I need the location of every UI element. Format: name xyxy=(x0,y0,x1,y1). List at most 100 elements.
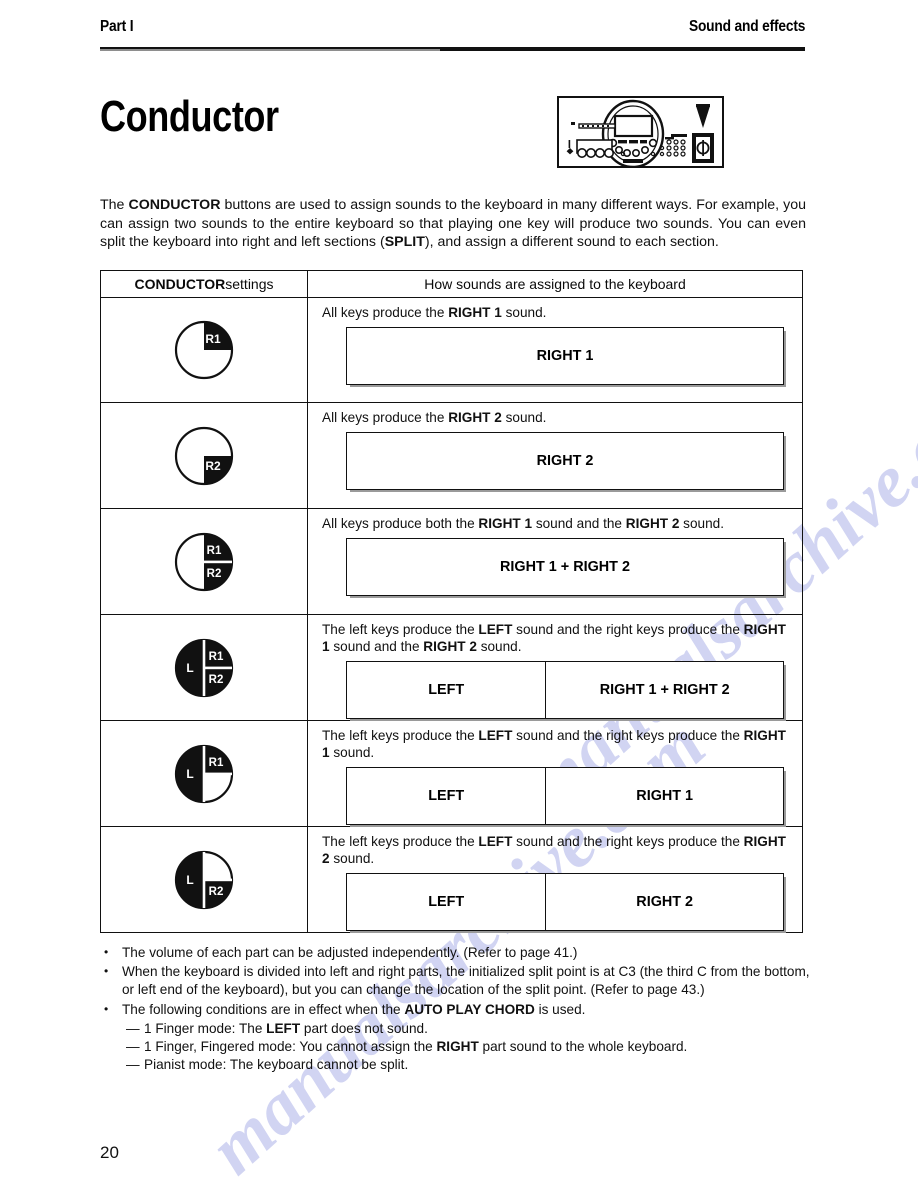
assignment-cell: All keys produce the RIGHT 1 sound. RIGH… xyxy=(308,298,802,402)
desc-c: sound and the right keys produce the xyxy=(512,834,744,849)
desc-e: sound. xyxy=(679,516,724,531)
settings-icon-cell: R2 xyxy=(101,403,308,508)
desc-bold-left: LEFT xyxy=(478,622,513,637)
keyboard-assignment-diagram: LEFT RIGHT 2 xyxy=(346,873,784,931)
assignment-description: The left keys produce the LEFT sound and… xyxy=(322,727,792,761)
keyboard-segment-left: LEFT xyxy=(347,874,547,930)
notes-list: • The volume of each part can be adjuste… xyxy=(100,944,810,1074)
sub-note-text-a: 1 Finger, Fingered mode: You cannot assi… xyxy=(144,1039,437,1055)
sub-note-text-c: part does not sound. xyxy=(300,1020,428,1036)
assignment-cell: The left keys produce the LEFT sound and… xyxy=(308,721,802,826)
keyboard-segment: RIGHT 1 xyxy=(536,348,594,364)
svg-text:R1: R1 xyxy=(209,651,224,663)
keyboard-segment-left: LEFT xyxy=(347,662,547,718)
note-text-a: The following conditions are in effect w… xyxy=(122,1001,405,1017)
assignment-description: All keys produce the RIGHT 1 sound. xyxy=(322,304,792,321)
conductor-dial-right2-icon: R2 xyxy=(101,403,307,508)
desc-bold-r2: RIGHT 2 xyxy=(423,639,477,654)
keyboard-assignment-diagram: LEFT RIGHT 1 xyxy=(346,767,784,825)
svg-text:R1: R1 xyxy=(207,545,222,557)
assignment-cell: The left keys produce the LEFT sound and… xyxy=(308,827,802,932)
desc-bold-1: RIGHT 1 xyxy=(478,516,533,531)
intro-text-d: ), and assign a different sound to each … xyxy=(424,234,719,250)
svg-text:R2: R2 xyxy=(209,886,224,898)
desc-e: sound. xyxy=(329,745,375,760)
svg-text:R2: R2 xyxy=(205,459,221,473)
table-header-settings-rest: settings xyxy=(225,276,274,292)
bullet-icon: • xyxy=(104,945,109,959)
table-header-cell-settings: CONDUCTOR settings xyxy=(101,271,308,297)
desc-c: sound. xyxy=(501,305,547,320)
conductor-settings-table: CONDUCTOR settings How sounds are assign… xyxy=(100,270,803,933)
note-text: The volume of each part can be adjusted … xyxy=(122,945,578,960)
note-text-c: is used. xyxy=(534,1001,586,1017)
desc-e: sound. xyxy=(329,851,375,866)
sub-note-term-left: LEFT xyxy=(266,1020,301,1036)
desc-bold: RIGHT 1 xyxy=(448,305,502,320)
table-row: L R2 The left keys produce the LEFT soun… xyxy=(101,827,802,932)
keyboard-segment-right: RIGHT 1 + RIGHT 2 xyxy=(599,682,730,698)
assignment-description: The left keys produce the LEFT sound and… xyxy=(322,833,792,867)
note-text: When the keyboard is divided into left a… xyxy=(122,964,810,998)
svg-text:R2: R2 xyxy=(209,674,224,686)
svg-text:L: L xyxy=(186,767,193,781)
settings-icon-cell: L R2 xyxy=(101,827,308,932)
note-item: • The volume of each part can be adjuste… xyxy=(100,944,810,962)
settings-icon-cell: L R1 R2 xyxy=(101,615,308,720)
desc-a: All keys produce the xyxy=(322,410,449,425)
conductor-dial-left-right1-right2-icon: L R1 R2 xyxy=(101,615,307,720)
intro-paragraph: The CONDUCTOR buttons are used to assign… xyxy=(100,196,806,251)
keyboard-assignment-diagram: RIGHT 1 xyxy=(346,327,784,385)
sub-note-term-right: RIGHT xyxy=(436,1039,479,1055)
desc-c: sound and the right keys produce the xyxy=(512,728,744,743)
table-row: L R1 R2 The left keys produce the LEFT s… xyxy=(101,615,802,721)
intro-term-split: SPLIT xyxy=(384,234,425,250)
note-item: • When the keyboard is divided into left… xyxy=(100,963,810,999)
desc-c: sound and the right keys produce the xyxy=(512,622,744,637)
assignment-description: All keys produce both the RIGHT 1 sound … xyxy=(322,515,792,532)
desc-a: The left keys produce the xyxy=(322,834,479,849)
conductor-dial-left-right1-icon: L R1 xyxy=(101,721,307,826)
assignment-cell: All keys produce both the RIGHT 1 sound … xyxy=(308,509,802,614)
table-row: L R1 The left keys produce the LEFT soun… xyxy=(101,721,802,827)
conductor-dial-right1-right2-icon: R1 R2 xyxy=(101,509,307,614)
sub-note-text: Pianist mode: The keyboard cannot be spl… xyxy=(144,1057,409,1073)
desc-c: sound and the xyxy=(532,516,626,531)
settings-icon-cell: R1 xyxy=(101,298,308,402)
table-header-row: CONDUCTOR settings How sounds are assign… xyxy=(101,271,802,298)
bullet-icon: • xyxy=(104,1001,109,1016)
em-dash-icon: — xyxy=(126,1039,140,1055)
intro-text-a: The xyxy=(100,197,129,214)
desc-bold-left: LEFT xyxy=(478,834,513,849)
conductor-dial-right1-icon: R1 xyxy=(101,298,307,402)
svg-text:L: L xyxy=(186,661,193,675)
page-number: 20 xyxy=(100,1143,119,1162)
keyboard-assignment-diagram: RIGHT 2 xyxy=(346,432,784,490)
sub-note-text-c: part sound to the whole keyboard. xyxy=(478,1039,688,1055)
svg-text:R2: R2 xyxy=(207,568,222,580)
keyboard-segment-right: RIGHT 1 xyxy=(636,788,694,804)
sub-note-item: — 1 Finger mode: The LEFT part does not … xyxy=(100,1020,810,1038)
desc-a: The left keys produce the xyxy=(322,728,479,743)
sub-note-item: — Pianist mode: The keyboard cannot be s… xyxy=(100,1056,810,1074)
table-header-conductor-bold: CONDUCTOR xyxy=(134,276,226,292)
sub-note-text-a: 1 Finger mode: The xyxy=(144,1020,267,1036)
svg-text:R1: R1 xyxy=(209,757,224,769)
desc-e: sound and the xyxy=(329,639,424,654)
header-rule xyxy=(100,47,805,51)
bullet-icon: • xyxy=(104,964,109,979)
em-dash-icon: — xyxy=(126,1020,140,1036)
desc-a: All keys produce the xyxy=(322,305,449,320)
conductor-dial-left-right2-icon: L R2 xyxy=(101,827,307,932)
desc-bold: RIGHT 2 xyxy=(448,410,502,425)
page-title: Conductor xyxy=(100,92,279,141)
running-head-part: Part I xyxy=(100,18,134,35)
running-head: Part I Sound and effects xyxy=(100,18,805,48)
table-row: R2 All keys produce the RIGHT 2 sound. R… xyxy=(101,403,802,509)
desc-g: sound. xyxy=(476,639,522,654)
running-head-section: Sound and effects xyxy=(688,18,806,35)
assignment-description: The left keys produce the LEFT sound and… xyxy=(322,621,792,655)
settings-icon-cell: L R1 xyxy=(101,721,308,826)
table-row: R1 All keys produce the RIGHT 1 sound. R… xyxy=(101,298,802,403)
assignment-cell: All keys produce the RIGHT 2 sound. RIGH… xyxy=(308,403,802,508)
